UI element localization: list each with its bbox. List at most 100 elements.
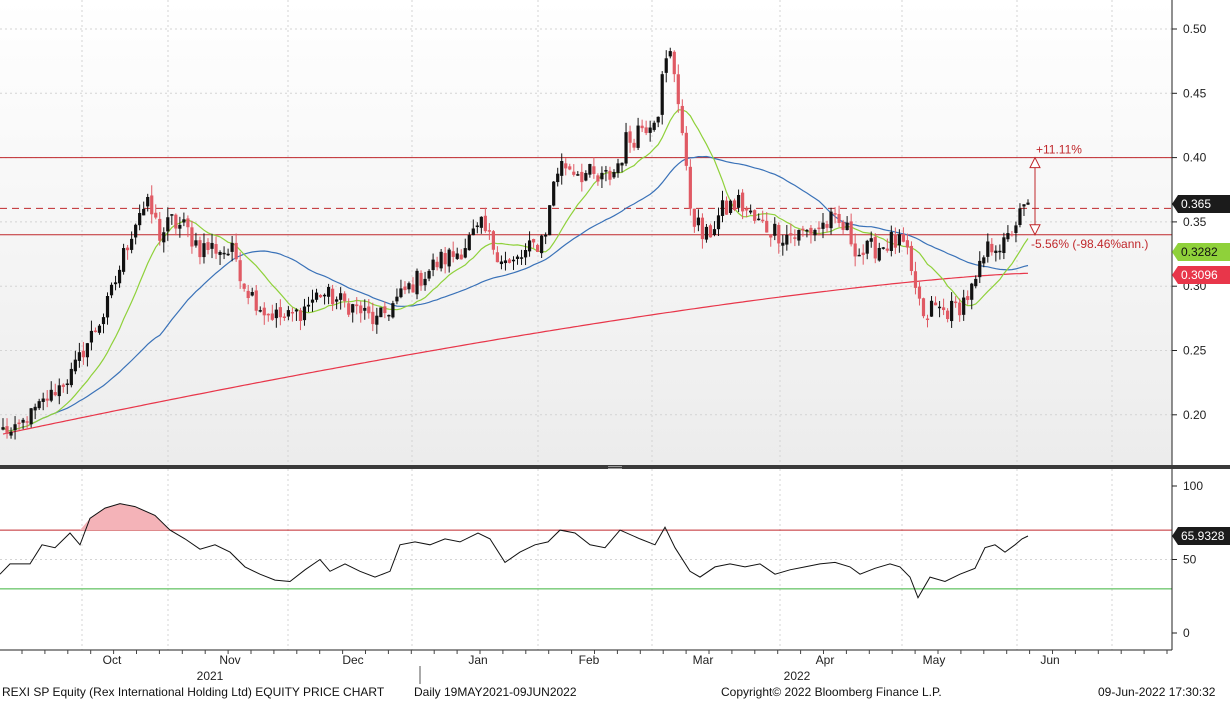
candle-body (736, 194, 741, 208)
candle-body (1, 427, 5, 430)
candle-body (877, 247, 881, 261)
candle-body (282, 316, 286, 318)
candle-body (351, 304, 355, 313)
x-month-label: Jun (1040, 653, 1059, 667)
candle-body (294, 309, 299, 312)
candle-body (753, 210, 757, 221)
candle-body (527, 240, 532, 252)
candle-body (552, 181, 556, 206)
ma-slow-tag-label: 0.3096 (1181, 268, 1218, 282)
candle-body (865, 240, 869, 254)
candle-body (560, 160, 564, 176)
x-month-label: Apr (816, 653, 835, 667)
candle-body (994, 250, 998, 253)
candle-body (656, 116, 660, 123)
candle-body (81, 350, 85, 358)
ma-mid-tag-label: 0.3282 (1181, 245, 1218, 259)
candle-body (459, 254, 463, 260)
last-price-tag-label: 0.365 (1181, 197, 1211, 211)
candle-body (909, 245, 914, 271)
candle-body (411, 284, 415, 293)
candle-body (451, 251, 455, 257)
candle-body (499, 261, 504, 265)
candle-body (186, 218, 190, 228)
candle-body (801, 228, 805, 231)
candle-body (375, 315, 379, 325)
candle-body (950, 300, 954, 322)
candle-body (198, 240, 202, 258)
candle-body (853, 243, 857, 257)
candle-body (73, 359, 77, 372)
candle-body (387, 314, 391, 317)
candle-body (495, 252, 500, 263)
candle-body (347, 303, 351, 315)
footer-copyright: Copyright© 2022 Bloomberg Finance L.P. (721, 685, 942, 699)
candle-body (218, 251, 222, 255)
candle-body (1010, 233, 1014, 236)
candle-body (897, 234, 901, 246)
candle-body (491, 231, 495, 250)
candle-body (61, 384, 65, 387)
candle-body (109, 284, 114, 296)
candle-body (556, 173, 560, 183)
candle-body (25, 421, 29, 423)
candle-body (126, 247, 130, 251)
candle-body (97, 325, 102, 333)
candle-body (262, 307, 266, 316)
candle-body (624, 132, 628, 164)
candle-body (439, 251, 443, 269)
candle-body (604, 170, 608, 172)
candle-body (937, 306, 942, 309)
candle-body (765, 220, 769, 233)
candle-body (933, 302, 938, 306)
candle-body (117, 269, 122, 284)
ma-mid-tag: 0.3282 (1172, 243, 1230, 261)
divider-grip (608, 466, 622, 467)
candle-body (403, 286, 407, 291)
candle-body (5, 426, 9, 435)
candle-body (857, 254, 861, 257)
candle-body (407, 283, 411, 290)
candle-body (1022, 204, 1026, 207)
footer-period: Daily 19MAY2021-09JUN2022 (414, 685, 577, 699)
last-price-tag: 0.365 (1172, 195, 1230, 213)
candle-body (242, 283, 246, 289)
candle-body (290, 311, 295, 314)
candle-body (821, 222, 825, 229)
candle-body (1018, 208, 1022, 225)
candle-body (1002, 237, 1006, 254)
candle-body (278, 307, 282, 318)
candle-body (620, 162, 624, 166)
candle-body (230, 242, 234, 252)
candle-body (427, 270, 431, 279)
candle-body (893, 234, 897, 248)
candle-body (443, 253, 447, 265)
candle-body (704, 226, 709, 240)
candle-body (805, 229, 809, 232)
candle-body (13, 424, 17, 431)
upside-annotation: +11.11% (1036, 143, 1082, 157)
candle-body (644, 127, 648, 134)
candle-body (250, 292, 254, 296)
candle-body (921, 298, 926, 317)
candle-body (905, 240, 910, 248)
candle-body (974, 278, 978, 287)
candle-body (636, 125, 640, 148)
candle-body (105, 296, 110, 318)
candle-body (962, 297, 966, 315)
candle-body (781, 242, 785, 246)
candle-body (85, 343, 90, 358)
candle-body (258, 310, 262, 312)
candle-body (226, 253, 230, 256)
candle-body (359, 305, 363, 314)
candle-body (479, 216, 483, 228)
candle-body (306, 304, 311, 307)
candle-body (487, 230, 491, 232)
x-month-label: Jan (468, 653, 487, 667)
candle-body (53, 392, 57, 396)
candle-body (194, 240, 198, 246)
candle-body (423, 278, 427, 286)
candle-body (519, 257, 524, 259)
candle-body (339, 293, 343, 300)
candle-body (688, 166, 692, 209)
